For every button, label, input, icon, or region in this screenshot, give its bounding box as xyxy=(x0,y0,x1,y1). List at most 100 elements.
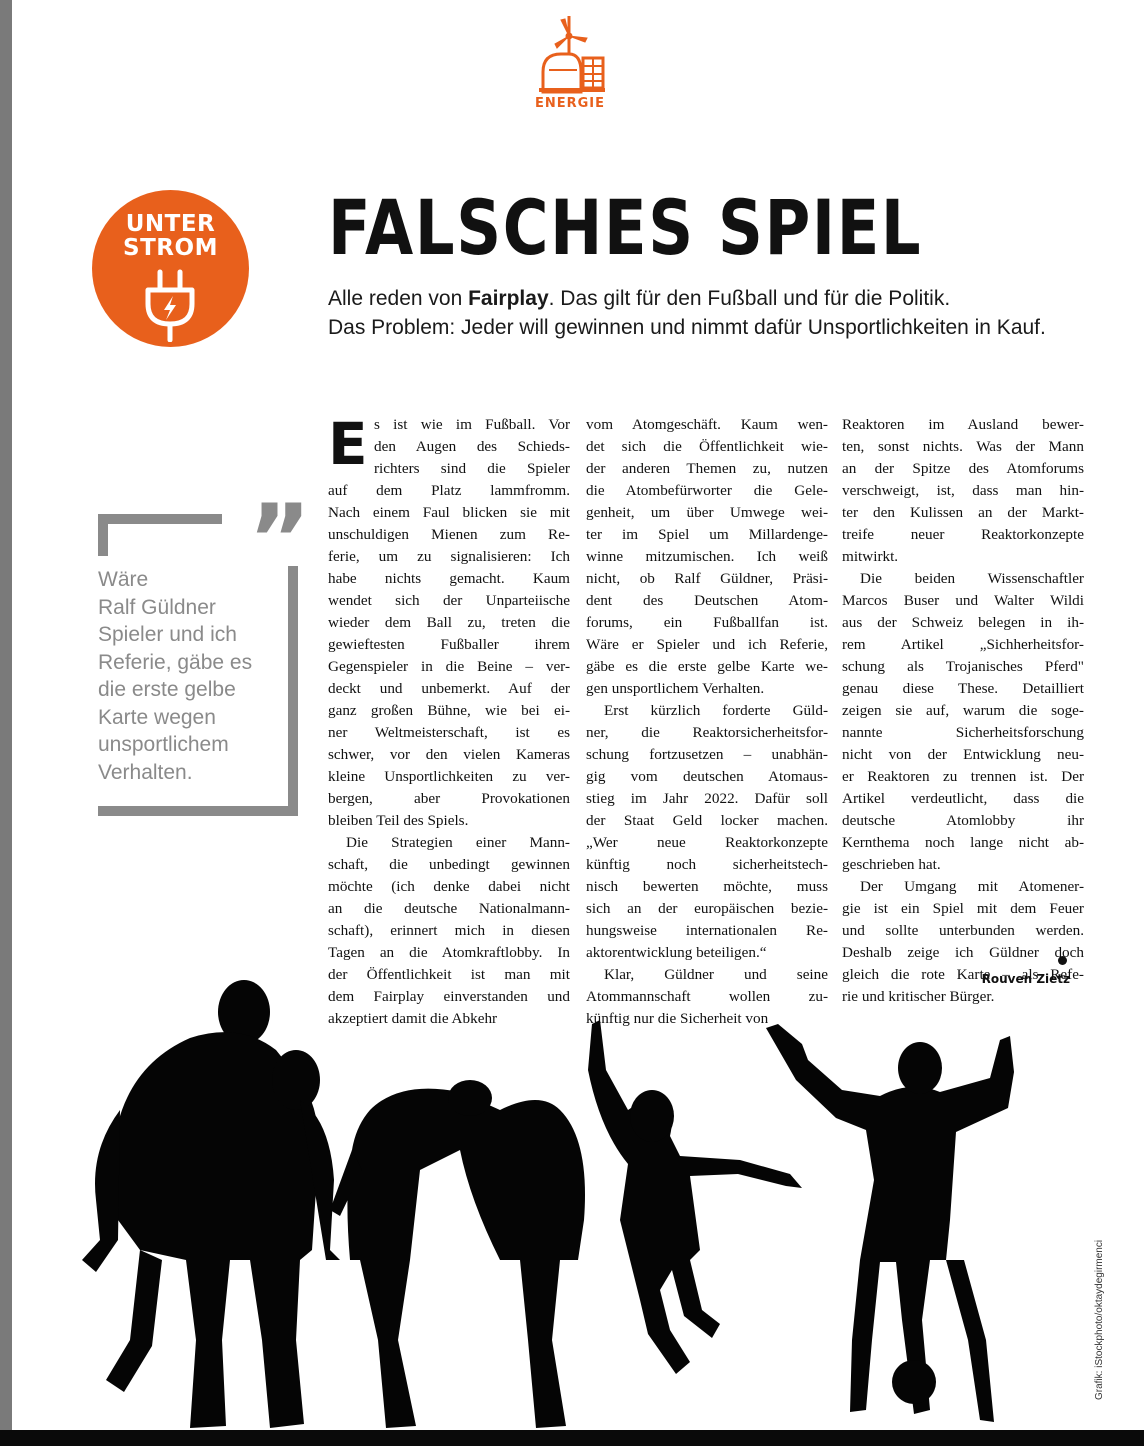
article-line: Artikel verdeutlicht, dass die xyxy=(842,790,1084,807)
article-line: gen unsportlichem Verhalten. xyxy=(586,680,765,697)
ground-line xyxy=(0,1430,1144,1446)
article-line: treife neuer Reaktorkonzepte xyxy=(842,526,1084,543)
article-line: verschweigt, ist, dass man hin- xyxy=(842,482,1084,499)
article-line: ferie, um zu signalisieren: Ich xyxy=(328,548,570,565)
article-line: gie ist ein Spiel mit dem Feuer xyxy=(842,900,1084,917)
badge-line-2: STROM xyxy=(123,235,218,261)
badge-line-1: UNTER xyxy=(125,211,216,237)
lead-line-1-post: . Das gilt für den Fußball und für die P… xyxy=(548,287,951,310)
article-line: vom Atomgeschäft. Kaum wen- xyxy=(586,416,828,433)
section-label: ENERGIE xyxy=(534,96,606,111)
article-line: gig vom deutschen Atomaus- xyxy=(586,768,828,785)
lead-line-2: Das Problem: Jeder will gewinnen und nim… xyxy=(328,316,1046,339)
article-line: aus der Schweiz belegen in ih- xyxy=(842,614,1084,631)
article-line: schaft), erinnert mich in diesen xyxy=(328,922,570,939)
section-logo: ENERGIE xyxy=(530,14,610,114)
pull-quote: ” Wäre Ralf Güldner Spieler und ich Refe… xyxy=(98,492,311,816)
article-line: bergen, aber Provokationen xyxy=(328,790,570,807)
article-line: ner, die Reaktorsicherheitsfor- xyxy=(586,724,828,741)
article-line: auf dem Platz lammfromm. xyxy=(328,482,570,499)
article-column-3: Reaktoren im Ausland bewer-ten, sonst ni… xyxy=(842,414,1084,1008)
article-line: er Reaktoren zu trennen ist. Der xyxy=(842,768,1084,785)
quote-line: Karte wegen xyxy=(98,705,216,729)
article-column-1: s ist wie im Fußball. Vor den Augen des S… xyxy=(328,414,570,1030)
article-line: nicht, ob Ralf Güldner, Präsi- xyxy=(586,570,828,587)
headline: FALSCHES SPIEL xyxy=(328,183,923,272)
article-line: Wäre er Spieler und ich Referie, xyxy=(586,636,828,653)
article-line: ner Weltmeisterschaft, ist es xyxy=(328,724,570,741)
quote-line: Verhalten. xyxy=(98,760,193,784)
quote-line: Wäre xyxy=(98,568,149,591)
quote-line: die erste gelbe xyxy=(98,678,236,701)
article-line: ten, sonst nichts. Was der Mann xyxy=(842,438,1084,455)
article-line: dent des Deutschen Atom- xyxy=(586,592,828,609)
article-line: bleiben Teil des Spiels. xyxy=(328,812,469,829)
quote-line: Ralf Güldner xyxy=(98,595,216,619)
quote-frame-right xyxy=(288,566,298,816)
article-line: möchte (ich denke dabei nicht xyxy=(328,878,570,895)
article-line: deutsche Atomlobby ihr xyxy=(842,812,1084,829)
article-column-2: vom Atomgeschäft. Kaum wen-det sich die … xyxy=(586,414,828,1030)
article-line: hungsweise internationalen Re- xyxy=(586,922,828,939)
article-line: stieg im Jahr 2022. Dafür soll xyxy=(586,790,828,807)
article-line: richters sind die Spieler xyxy=(374,460,570,477)
quote-frame-top xyxy=(98,514,222,524)
article-line: genau diese These. Detailliert xyxy=(842,680,1084,697)
article-line: den Augen des Schieds- xyxy=(374,438,570,455)
article-line: ter den Kulissen an der Markt- xyxy=(842,504,1084,521)
article-line: deckt und unbemerkt. Auf der xyxy=(328,680,570,697)
lead-line-1: Alle reden von Fairplay. Das gilt für de… xyxy=(328,284,1068,313)
article-line: nannte Sicherheitsforschung xyxy=(842,724,1084,741)
article-line: die Atombefürworter die Gele- xyxy=(586,482,828,499)
quote-text: Wäre Ralf Güldner Spieler und ich Referi… xyxy=(98,566,278,786)
article-line: schung als Trojanisches Pferd" xyxy=(842,658,1084,675)
article-line: an die deutsche Nationalmann- xyxy=(328,900,570,917)
article-line: zeigen sie auf, warum die soge- xyxy=(842,702,1084,719)
quote-line: Spieler und ich xyxy=(98,623,237,646)
article-line: künftig noch sicherheitstech- xyxy=(586,856,828,873)
article-line: ganz großen Bühne, wie bei ei- xyxy=(328,702,570,719)
article-line: schaft, die unbedingt gewinnen xyxy=(328,856,570,873)
article-line: „Wer neue Reaktorkonzepte xyxy=(586,834,828,851)
article-line: gäbe es die erste gelbe Karte we- xyxy=(586,658,828,675)
article-line: mitwirkt. xyxy=(842,548,899,565)
article-line: nicht von der Entwicklung neu- xyxy=(842,746,1084,763)
image-credit: Grafik: iStockphoto/oktaydegirmenci xyxy=(1094,1239,1105,1400)
column-badge: UNTER STROM xyxy=(92,190,249,347)
article-line: Marcos Buser und Walter Wildi xyxy=(842,592,1084,609)
article-line: der anderen Themen zu, nutzen xyxy=(586,460,828,477)
article-line: winne mitzumischen. Ich weiß xyxy=(586,548,828,565)
article-line: sich an der europäischen bezie- xyxy=(586,900,828,917)
article-line: Erst kürzlich forderte Güld- xyxy=(604,702,828,719)
footballers-silhouette xyxy=(82,980,1014,1428)
plug-icon xyxy=(145,269,195,342)
lead-line-1-pre: Alle reden von xyxy=(328,287,469,310)
article-line: ter im Spiel um Millardenge- xyxy=(586,526,828,543)
article-line: habe nichts gemacht. Kaum xyxy=(328,570,570,587)
article-line: wieder dem Ball zu, treten die xyxy=(328,614,570,631)
quote-line: unsportlichem xyxy=(98,733,229,756)
article-line: Gegenspieler in die Beine – ver- xyxy=(328,658,570,675)
article-line: s ist wie im Fußball. Vor xyxy=(374,416,570,433)
article-line: Kernthema noch lange nicht ab- xyxy=(842,834,1084,851)
article-line: det sich die Öffentlichkeit wie- xyxy=(586,438,828,455)
article-line: und sollte unterbunden werden. xyxy=(842,922,1084,939)
article-line: rem Artikel „Sichherheitsfor- xyxy=(842,636,1084,653)
quote-frame-left xyxy=(98,514,108,556)
article-line: schung fortzusetzen – unabhän- xyxy=(586,746,828,763)
article-line: nisch bewerten möchte, muss xyxy=(586,878,828,895)
quote-line: Referie, gäbe es xyxy=(98,650,253,674)
article-line: gewieftesten Fußballer ihrem xyxy=(328,636,570,653)
article-line: Die Strategien einer Mann- xyxy=(346,834,570,851)
article-line: an der Spitze des Atomforums xyxy=(842,460,1084,477)
lead-keyword: Fairplay xyxy=(468,287,549,310)
article-line: geschrieben hat. xyxy=(842,856,941,873)
article-line: unschuldigen Mienen zum Re- xyxy=(328,526,570,543)
article-line: kleine Unsportlichkeiten zu ver- xyxy=(328,768,570,785)
quote-frame-bottom xyxy=(98,806,298,816)
article-line: forums, ein Fußballfan ist. xyxy=(586,614,828,631)
article-line: wendet sich der Unparteiische xyxy=(328,592,570,609)
article-line: Reaktoren im Ausland bewer- xyxy=(842,416,1084,433)
power-plant-icon xyxy=(539,16,605,94)
lead-paragraph: Alle reden von Fairplay. Das gilt für de… xyxy=(328,284,1068,342)
